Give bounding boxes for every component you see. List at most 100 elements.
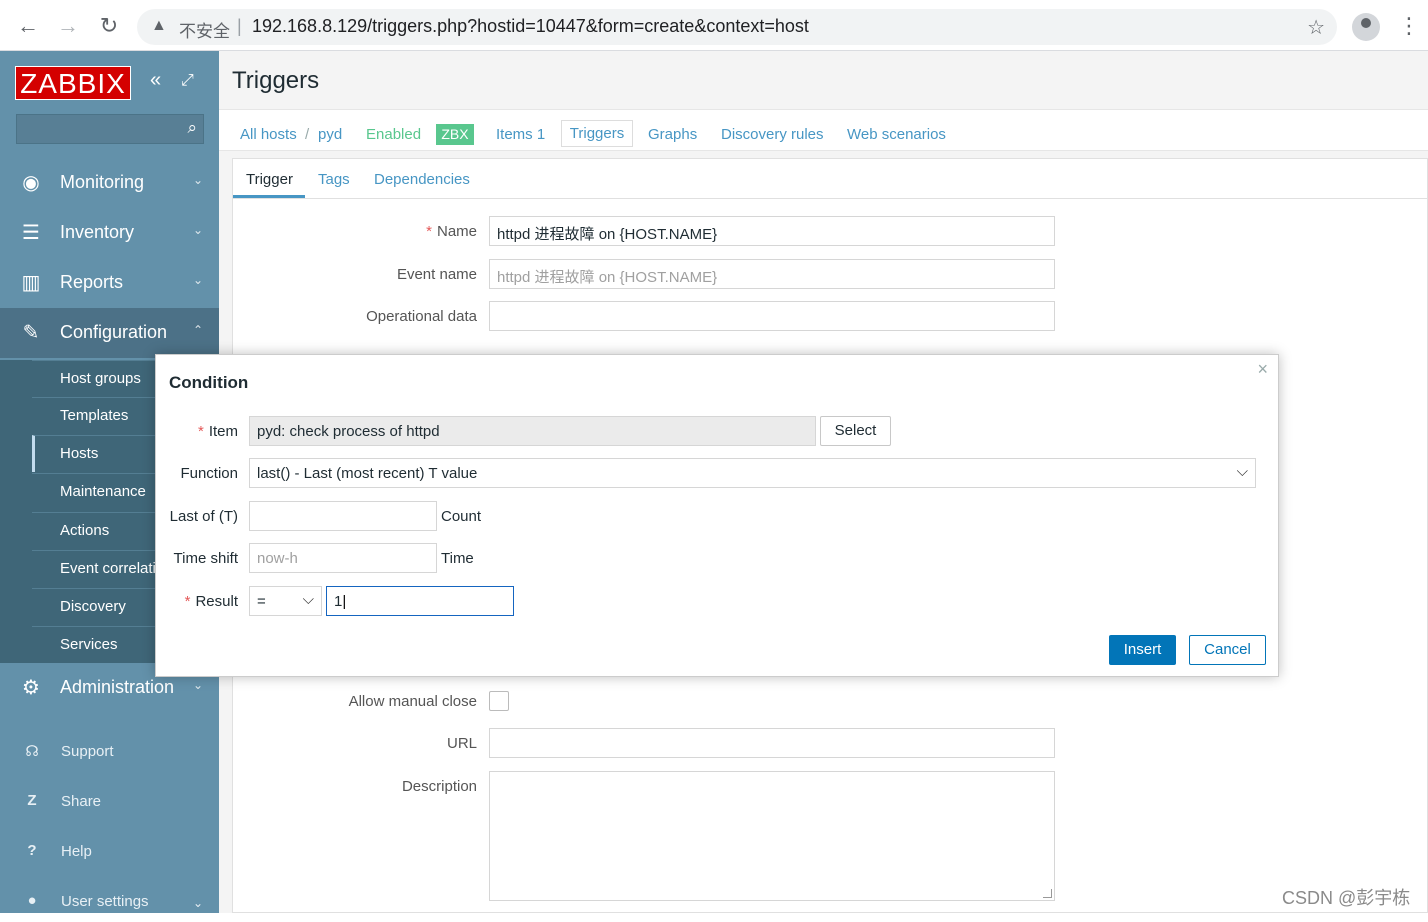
- dialog-title: Condition: [169, 373, 249, 392]
- watermark: CSDN @彭宇栋: [1282, 888, 1411, 908]
- url-input[interactable]: [489, 728, 1055, 758]
- menu-inventory[interactable]: ☰ Inventory ⌄: [0, 208, 219, 258]
- page-title: Triggers: [232, 67, 320, 94]
- headset-icon: ☊: [25, 743, 39, 760]
- footer-user-settings[interactable]: ● User settings ⌄: [0, 882, 219, 922]
- sidebar-search-input[interactable]: ⌕: [16, 114, 204, 144]
- chevron-down-icon: ⌵: [302, 591, 314, 608]
- back-icon[interactable]: ←: [14, 13, 42, 39]
- time-shift-label: Time shift: [173, 550, 238, 567]
- text-cursor: |: [342, 593, 347, 610]
- chevron-down-icon: ⌄: [192, 896, 203, 910]
- description-textarea[interactable]: [489, 771, 1055, 901]
- submenu-label: Discovery: [60, 598, 126, 615]
- result-operator-select[interactable]: = ⌵: [249, 586, 322, 616]
- footer-user-settings-label: User settings: [61, 893, 149, 910]
- nav-graphs[interactable]: Graphs: [648, 126, 697, 143]
- description-label: Description: [401, 778, 477, 795]
- share-icon: Z: [27, 792, 37, 809]
- operational-data-input[interactable]: [489, 301, 1055, 331]
- result-value-input[interactable]: 1|: [326, 586, 514, 616]
- footer-help-label: Help: [61, 843, 92, 860]
- host-status-enabled[interactable]: Enabled: [366, 126, 421, 143]
- insert-button[interactable]: Insert: [1109, 635, 1176, 665]
- eye-icon: ◉: [22, 172, 40, 194]
- submenu-label: Actions: [60, 522, 110, 539]
- menu-reports-label: Reports: [60, 272, 124, 292]
- time-label: Time: [441, 550, 474, 567]
- collapse-sidebar-icon[interactable]: «: [150, 69, 161, 92]
- kiosk-mode-icon[interactable]: ⤢: [181, 72, 194, 90]
- breadcrumb-all-hosts[interactable]: All hosts: [240, 126, 297, 143]
- form-tabs: Trigger Tags Dependencies: [233, 159, 1428, 199]
- nav-discovery-rules[interactable]: Discovery rules: [721, 126, 824, 143]
- url-text[interactable]: 192.168.8.129/triggers.php?hostid=10447&…: [252, 16, 809, 37]
- last-of-label: Last of (T): [169, 508, 238, 525]
- submenu-label: Services: [60, 636, 118, 653]
- result-operator-value: =: [257, 593, 266, 610]
- allow-manual-close-label: Allow manual close: [348, 693, 477, 710]
- tab-tags[interactable]: Tags: [318, 171, 350, 188]
- user-icon: ●: [27, 892, 37, 909]
- close-icon[interactable]: ×: [1257, 359, 1268, 380]
- result-label-text: Result: [195, 593, 238, 610]
- browser-toolbar: ← → ↻ ▲ 不安全 | 192.168.8.129/triggers.php…: [0, 0, 1428, 51]
- count-label: Count: [441, 508, 482, 525]
- chevron-down-icon: ⌵: [1236, 463, 1248, 480]
- cancel-button[interactable]: Cancel: [1189, 635, 1266, 665]
- menu-inventory-label: Inventory: [60, 222, 135, 242]
- profile-avatar-icon[interactable]: [1352, 13, 1380, 41]
- tab-trigger[interactable]: Trigger: [246, 171, 293, 188]
- nav-triggers[interactable]: Triggers: [561, 120, 633, 147]
- event-name-input[interactable]: httpd 进程故障 on {HOST.NAME}: [489, 259, 1055, 289]
- chevron-down-icon: ⌄: [192, 273, 203, 287]
- forward-icon[interactable]: →: [54, 13, 82, 39]
- reload-icon[interactable]: ↻: [95, 13, 123, 39]
- function-select-value: last() - Last (most recent) T value: [257, 465, 478, 482]
- menu-reports[interactable]: ▥ Reports ⌄: [0, 258, 219, 308]
- name-label: * Name: [426, 223, 477, 240]
- active-tab-indicator: [233, 195, 305, 198]
- item-input[interactable]: pyd: check process of httpd: [249, 416, 816, 446]
- submenu-label: Hosts: [60, 445, 99, 462]
- menu-kebab-icon[interactable]: ⋮: [1398, 13, 1420, 39]
- time-shift-input[interactable]: now-h: [249, 543, 437, 573]
- function-select[interactable]: last() - Last (most recent) T value ⌵: [249, 458, 1256, 488]
- footer-support[interactable]: ☊ Support: [0, 732, 219, 772]
- submenu-label: Host groups: [60, 370, 141, 387]
- insecure-label[interactable]: 不安全: [179, 17, 230, 42]
- chevron-up-icon: ⌃: [192, 323, 203, 337]
- item-label: * Item: [197, 423, 238, 440]
- menu-monitoring-label: Monitoring: [60, 172, 145, 192]
- nav-web-scenarios[interactable]: Web scenarios: [847, 126, 946, 143]
- result-label: * Result: [184, 593, 238, 610]
- breadcrumb-host[interactable]: pyd: [318, 126, 342, 143]
- footer-share[interactable]: Z Share: [0, 782, 219, 822]
- menu-monitoring[interactable]: ◉ Monitoring ⌄: [0, 158, 219, 208]
- wrench-icon: ✎: [22, 322, 40, 344]
- search-icon[interactable]: ⌕: [187, 118, 197, 138]
- chevron-down-icon: ⌄: [192, 678, 203, 692]
- help-icon: ?: [27, 842, 37, 859]
- item-label-text: Item: [208, 423, 238, 440]
- select-item-button[interactable]: Select: [820, 416, 891, 446]
- menu-configuration-label: Configuration: [60, 322, 168, 342]
- bookmark-star-icon[interactable]: ☆: [1307, 15, 1325, 40]
- chevron-down-icon: ⌄: [192, 173, 203, 187]
- warning-icon: ▲: [151, 17, 167, 34]
- allow-manual-close-checkbox[interactable]: [489, 691, 509, 711]
- name-input[interactable]: httpd 进程故障 on {HOST.NAME}: [489, 216, 1055, 246]
- tab-dependencies[interactable]: Dependencies: [374, 171, 470, 188]
- address-bar[interactable]: ▲ 不安全 | 192.168.8.129/triggers.php?hosti…: [137, 9, 1337, 45]
- zabbix-logo[interactable]: ZABBIX: [15, 66, 131, 100]
- footer-help[interactable]: ? Help: [0, 832, 219, 872]
- nav-items[interactable]: Items 1: [496, 126, 545, 143]
- footer-share-label: Share: [61, 793, 102, 810]
- url-divider: |: [237, 16, 242, 36]
- last-of-input[interactable]: [249, 501, 437, 531]
- chart-icon: ▥: [21, 272, 41, 294]
- chevron-down-icon: ⌄: [192, 223, 203, 237]
- submenu-label: Templates: [60, 407, 129, 424]
- menu-configuration[interactable]: ✎ Configuration ⌃: [0, 308, 219, 358]
- submenu-label: Maintenance: [60, 483, 146, 500]
